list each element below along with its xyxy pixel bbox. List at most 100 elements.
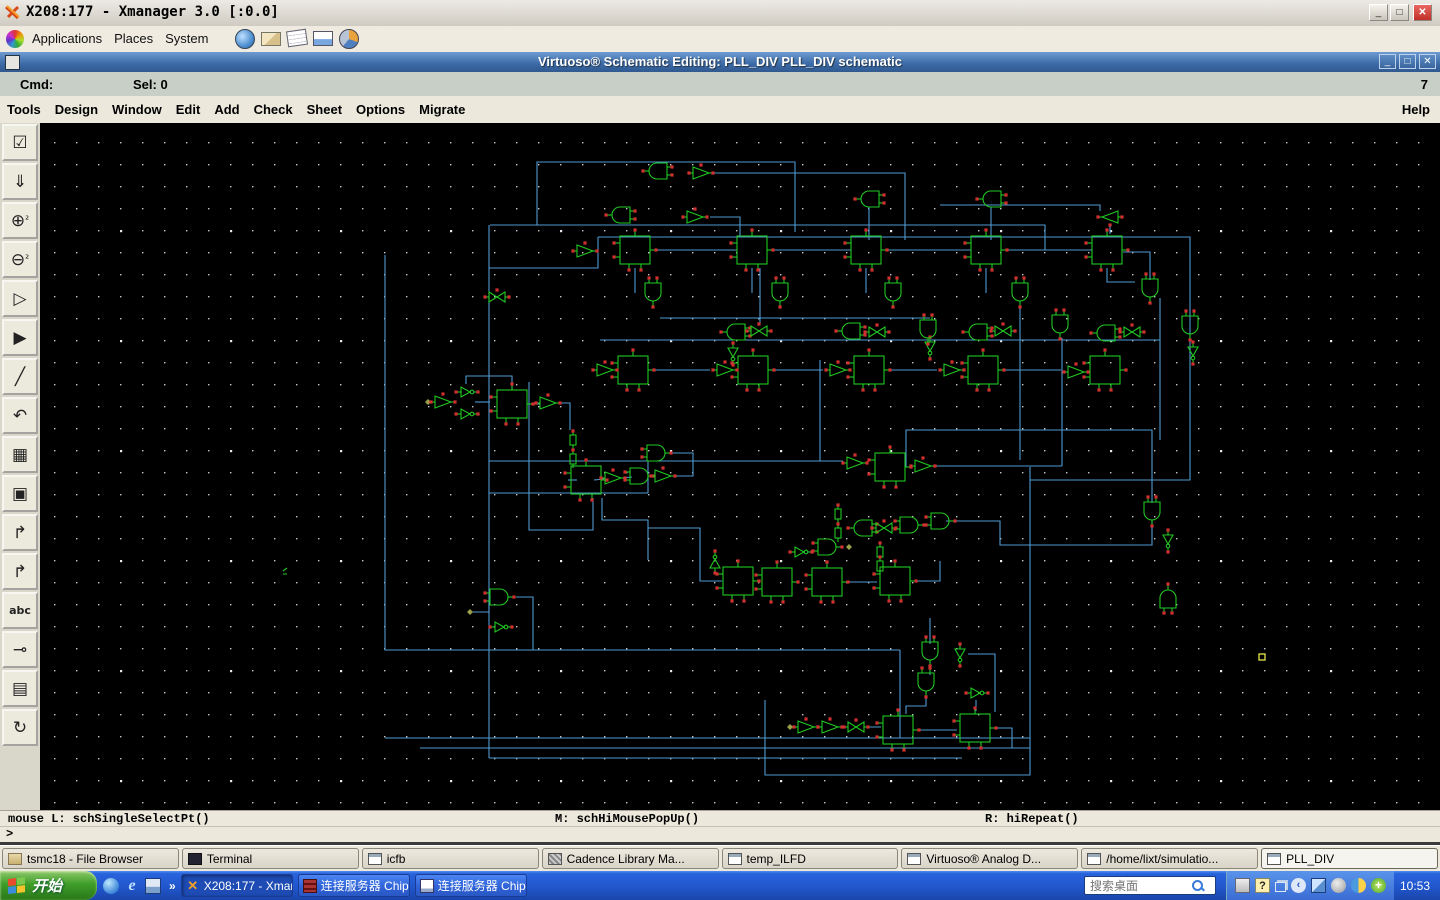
win-task-label: 连接服务器 ChipL... <box>438 877 527 894</box>
network-icon[interactable] <box>1311 878 1326 893</box>
taskbar-window-label: Terminal <box>207 852 252 866</box>
taskbar-window-label: Cadence Library Ma... <box>567 852 685 866</box>
undo-button[interactable]: ↶ <box>2 397 38 434</box>
tray-clock: 10:53 <box>1400 879 1430 893</box>
note-button[interactable]: ▤ <box>2 670 38 707</box>
desktop-icon[interactable] <box>145 878 161 894</box>
menu-add[interactable]: Add <box>207 96 246 117</box>
schematic-canvas[interactable] <box>40 123 1440 810</box>
windows-task-buttons: ✕X208:177 - Xmana...连接服务器 ChipL...连接服务器 … <box>176 874 527 897</box>
xmanager-close-button[interactable]: ✕ <box>1413 4 1432 21</box>
menu-edit[interactable]: Edit <box>169 96 208 117</box>
piechart-launcher-icon[interactable] <box>339 29 359 49</box>
start-label: 开始 <box>32 875 62 896</box>
quick-launch-bar: e <box>97 878 167 894</box>
cmd-label: Cmd: <box>20 77 53 92</box>
menu-tools[interactable]: Tools <box>0 96 48 117</box>
search-input[interactable] <box>1088 878 1192 894</box>
help-icon[interactable]: ? <box>1255 878 1270 893</box>
mail-launcher-icon[interactable] <box>261 32 281 46</box>
gnome-panel: ApplicationsPlacesSystem Transient Respo… <box>0 26 1440 53</box>
desktop: X208:177 - Xmanager 3.0 [:0.0] _ □ ✕ App… <box>0 0 1440 900</box>
cli-prompt: > <box>6 827 13 841</box>
gnome-window-list: tsmc18 - File Browser Terminal icfb Cadence… <box>0 845 1440 871</box>
wire-narrow-button[interactable]: ↱ <box>2 514 38 551</box>
panel-menus: ApplicationsPlacesSystem <box>28 26 216 46</box>
win-task-xmanager[interactable]: ✕X208:177 - Xmana... <box>181 874 293 897</box>
copy-button[interactable]: ▶ <box>2 319 38 356</box>
cli-prompt-line[interactable]: > <box>0 826 1440 842</box>
schematic-drawing <box>40 123 1440 810</box>
virtuoso-maximize-button[interactable]: □ <box>1399 54 1416 69</box>
menu-migrate[interactable]: Migrate <box>412 96 472 117</box>
delete-button[interactable]: ╱ <box>2 358 38 395</box>
taskbar-window-icfb[interactable]: icfb <box>362 848 539 869</box>
property-button[interactable]: ▦ <box>2 436 38 473</box>
taskbar-window-virtuoso-analog-d-[interactable]: Virtuoso® Analog D... <box>901 848 1078 869</box>
xmanager-titlebar[interactable]: X208:177 - Xmanager 3.0 [:0.0] _ □ ✕ <box>0 0 1440 27</box>
notes-launcher-icon[interactable] <box>286 29 308 48</box>
messenger-icon[interactable] <box>1351 878 1366 893</box>
taskbar-window--home-lixt-simulatio-[interactable]: /home/lixt/simulatio... <box>1081 848 1258 869</box>
virtuoso-close-button[interactable]: ✕ <box>1419 54 1436 69</box>
check-save-button[interactable]: ☑ <box>2 124 38 161</box>
chip-server-icon <box>303 879 317 893</box>
restore-icon[interactable] <box>1275 882 1286 892</box>
audio-icon[interactable] <box>1331 878 1346 893</box>
save-button[interactable]: ⇓ <box>2 163 38 200</box>
wire-wide-button[interactable]: ↱ <box>2 553 38 590</box>
taskbar-window-pll-div[interactable]: PLL_DIV <box>1261 848 1438 869</box>
zoom-in-2x-button[interactable]: ⊕² <box>2 202 38 239</box>
taskbar-window-terminal[interactable]: Terminal <box>182 848 359 869</box>
taskbar-window-cadence-library-ma-[interactable]: Cadence Library Ma... <box>542 848 719 869</box>
taskbar-window-label: temp_ILFD <box>747 852 806 866</box>
outlook-icon[interactable] <box>103 878 119 894</box>
virtuoso-title: Virtuoso® Schematic Editing: PLL_DIV PLL… <box>0 54 1440 69</box>
window-icon <box>368 853 382 865</box>
xmanager-icon: ✕ <box>186 879 200 893</box>
keyboard-icon[interactable] <box>1235 878 1250 893</box>
virtuoso-statusbar: mouse L: schSingleSelectPt() M: schHiMou… <box>0 810 1440 827</box>
terminal-icon <box>188 853 202 865</box>
menu-check[interactable]: Check <box>247 96 300 117</box>
menu-help[interactable]: Help <box>1402 102 1430 117</box>
search-icon[interactable] <box>1192 880 1203 891</box>
win-task-document-server[interactable]: 连接服务器 ChipL... <box>415 874 527 897</box>
windows-taskbar: 开始 e » ✕X208:177 - Xmana...连接服务器 ChipL..… <box>0 871 1440 900</box>
xmanager-maximize-button[interactable]: □ <box>1390 4 1409 21</box>
gnome-menu-icon[interactable] <box>6 30 24 48</box>
taskbar-window-temp-ilfd[interactable]: temp_ILFD <box>722 848 899 869</box>
xmanager-minimize-button[interactable]: _ <box>1369 4 1388 21</box>
ie-icon[interactable]: e <box>124 878 140 894</box>
desktop-search-box[interactable] <box>1084 876 1216 895</box>
wire-name-button[interactable]: abc <box>2 592 38 629</box>
quicklaunch-overflow-chevron[interactable]: » <box>169 879 176 893</box>
start-button[interactable]: 开始 <box>0 871 97 900</box>
pin-button[interactable]: ⊸ <box>2 631 38 668</box>
antivirus-icon[interactable]: + <box>1371 878 1386 893</box>
taskbar-window-tsmc18-file-browser[interactable]: tsmc18 - File Browser <box>2 848 179 869</box>
globe-launcher-icon[interactable] <box>235 29 255 49</box>
zoom-out-2x-button[interactable]: ⊖² <box>2 241 38 278</box>
repeat-button[interactable]: ↻ <box>2 709 38 746</box>
panel-menu-places[interactable]: Places <box>110 26 161 46</box>
display-launcher-icon[interactable] <box>313 31 333 46</box>
panel-menu-applications[interactable]: Applications <box>28 26 110 46</box>
instance-button[interactable]: ▣ <box>2 475 38 512</box>
menu-options[interactable]: Options <box>349 96 412 117</box>
menu-sheet[interactable]: Sheet <box>300 96 349 117</box>
menu-window[interactable]: Window <box>105 96 169 117</box>
cadence-icon <box>548 853 562 865</box>
taskbar-window-label: /home/lixt/simulatio... <box>1106 852 1218 866</box>
xmanager-title: X208:177 - Xmanager 3.0 [:0.0] <box>26 4 279 20</box>
virtuoso-minimize-button[interactable]: _ <box>1379 54 1396 69</box>
virtuoso-titlebar[interactable]: Virtuoso® Schematic Editing: PLL_DIV PLL… <box>0 52 1440 72</box>
collapse-chevron-icon[interactable]: ‹ <box>1291 878 1306 893</box>
virtuoso-command-status-bar: Cmd: Sel: 0 7 <box>0 72 1440 97</box>
stretch-button[interactable]: ▷ <box>2 280 38 317</box>
virtuoso-menubar: ToolsDesignWindowEditAddCheckSheetOption… <box>0 96 1440 124</box>
win-task-chip-server[interactable]: 连接服务器 ChipL... <box>298 874 410 897</box>
menu-design[interactable]: Design <box>48 96 105 117</box>
xmanager-logo-icon <box>5 5 21 21</box>
panel-menu-system[interactable]: System <box>161 26 216 46</box>
